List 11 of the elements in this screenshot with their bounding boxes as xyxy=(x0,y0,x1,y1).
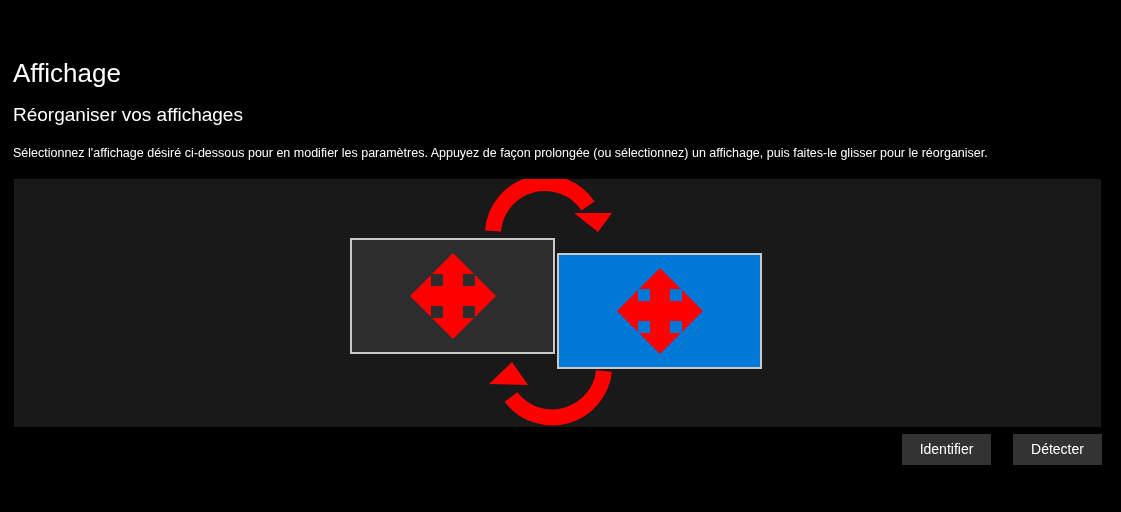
move-icon xyxy=(616,268,703,354)
display-tile[interactable] xyxy=(350,238,555,354)
section-heading: Réorganiser vos affichages xyxy=(13,103,243,127)
rotate-arrow-icon xyxy=(489,362,612,426)
description: Sélectionnez l'affichage désiré ci-dessous pour en modifier les paramètres. Appuyez de façon prolongée (ou sélectionnez) un affichage, puis faites-le glisser pour le réorganiser. xyxy=(13,145,988,161)
rotate-arrow-icon xyxy=(485,179,612,233)
action-button[interactable]: Détecter xyxy=(1013,434,1102,465)
display-tile[interactable] xyxy=(557,253,762,369)
move-icon xyxy=(409,253,496,339)
page-title: Affichage xyxy=(13,57,121,90)
action-button[interactable]: Identifier xyxy=(902,434,991,465)
